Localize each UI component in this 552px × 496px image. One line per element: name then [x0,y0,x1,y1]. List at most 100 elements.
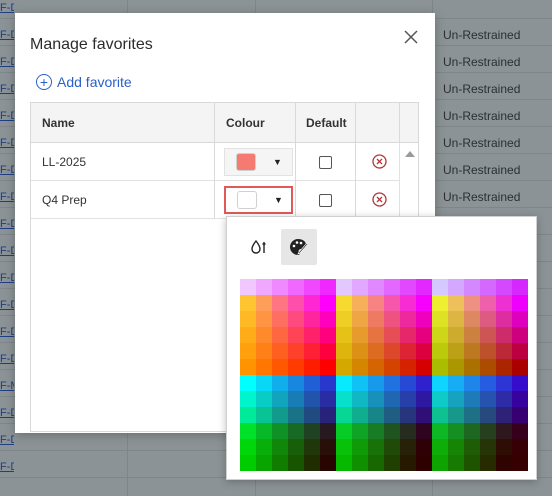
palette-swatch[interactable] [384,391,400,407]
palette-swatch[interactable] [416,279,432,295]
palette-swatch[interactable] [464,327,480,343]
palette-swatch[interactable] [256,343,272,359]
palette-swatch[interactable] [272,391,288,407]
palette-swatch[interactable] [304,359,320,375]
palette-swatch[interactable] [400,391,416,407]
palette-swatch[interactable] [384,327,400,343]
palette-swatch[interactable] [480,439,496,455]
palette-swatch[interactable] [416,391,432,407]
palette-swatch[interactable] [272,359,288,375]
palette-swatch[interactable] [512,455,528,471]
palette-swatch[interactable] [384,407,400,423]
background-row-link[interactable]: F-D [0,191,14,203]
palette-swatch[interactable] [368,343,384,359]
palette-swatch[interactable] [304,343,320,359]
palette-swatch[interactable] [352,455,368,471]
palette-swatch[interactable] [416,439,432,455]
palette-swatch[interactable] [368,455,384,471]
palette-swatch[interactable] [496,407,512,423]
palette-swatch[interactable] [288,279,304,295]
palette-swatch[interactable] [400,439,416,455]
palette-swatch[interactable] [352,375,368,391]
background-row-link[interactable]: F-D [0,164,14,176]
palette-swatch[interactable] [480,375,496,391]
palette-swatch[interactable] [512,327,528,343]
palette-swatch[interactable] [432,407,448,423]
palette-swatch[interactable] [288,343,304,359]
palette-swatch[interactable] [496,295,512,311]
palette-swatch[interactable] [432,375,448,391]
palette-swatch[interactable] [512,343,528,359]
palette-swatch[interactable] [288,295,304,311]
palette-swatch[interactable] [304,279,320,295]
palette-swatch[interactable] [448,343,464,359]
palette-swatch[interactable] [416,327,432,343]
palette-swatch[interactable] [352,311,368,327]
palette-swatch[interactable] [272,279,288,295]
palette-swatch[interactable] [336,295,352,311]
palette-swatch[interactable] [272,343,288,359]
background-row-link[interactable]: F-D [0,83,14,95]
palette-swatch[interactable] [480,295,496,311]
palette-swatch[interactable] [352,295,368,311]
background-row-link[interactable]: F-D [0,218,14,230]
palette-swatch[interactable] [320,423,336,439]
close-button[interactable] [403,29,419,45]
palette-swatch[interactable] [336,439,352,455]
palette-swatch[interactable] [512,439,528,455]
palette-swatch[interactable] [320,327,336,343]
palette-swatch[interactable] [416,423,432,439]
palette-swatch[interactable] [480,455,496,471]
palette-swatch[interactable] [384,343,400,359]
palette-swatch[interactable] [368,423,384,439]
palette-swatch[interactable] [288,439,304,455]
palette-swatch[interactable] [448,407,464,423]
palette-swatch[interactable] [464,407,480,423]
colour-dropdown[interactable]: ▼ [224,148,293,176]
palette-swatch[interactable] [240,295,256,311]
background-row-link[interactable]: F-D [0,326,14,338]
palette-swatch[interactable] [512,359,528,375]
palette-swatch[interactable] [352,407,368,423]
palette-swatch[interactable] [496,359,512,375]
palette-swatch[interactable] [304,311,320,327]
palette-swatch[interactable] [432,295,448,311]
palette-swatch[interactable] [416,295,432,311]
background-row-link[interactable]: F-D [0,2,14,14]
palette-swatch[interactable] [320,311,336,327]
palette-swatch[interactable] [384,439,400,455]
palette-swatch[interactable] [240,407,256,423]
palette-swatch[interactable] [496,279,512,295]
palette-swatch[interactable] [480,311,496,327]
palette-swatch[interactable] [432,439,448,455]
palette-swatch[interactable] [320,375,336,391]
palette-swatch[interactable] [240,359,256,375]
palette-swatch[interactable] [288,375,304,391]
palette-swatch[interactable] [416,375,432,391]
palette-swatch[interactable] [448,439,464,455]
palette-swatch[interactable] [352,391,368,407]
palette-swatch[interactable] [496,423,512,439]
palette-swatch[interactable] [240,279,256,295]
palette-swatch[interactable] [288,391,304,407]
palette-swatch[interactable] [384,311,400,327]
palette-swatch[interactable] [240,343,256,359]
palette-swatch[interactable] [256,375,272,391]
palette-swatch[interactable] [464,391,480,407]
palette-swatch[interactable] [448,295,464,311]
palette-swatch[interactable] [336,375,352,391]
palette-swatch[interactable] [448,279,464,295]
colour-dropdown[interactable]: ▼ [224,186,293,214]
palette-swatch[interactable] [256,455,272,471]
palette-swatch[interactable] [336,279,352,295]
palette-swatch[interactable] [336,423,352,439]
palette-swatch[interactable] [336,407,352,423]
palette-swatch[interactable] [320,295,336,311]
palette-swatch[interactable] [448,423,464,439]
palette-swatch[interactable] [304,327,320,343]
palette-swatch[interactable] [400,343,416,359]
palette-swatch[interactable] [256,327,272,343]
remove-favorite-button[interactable] [372,154,387,169]
palette-swatch[interactable] [256,391,272,407]
palette-swatch[interactable] [384,375,400,391]
